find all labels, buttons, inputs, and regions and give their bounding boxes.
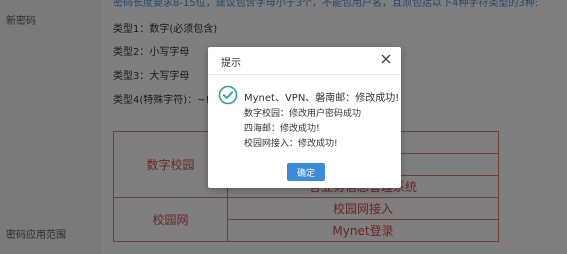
dialog-header: 提示 bbox=[208, 47, 401, 75]
dialog-message: Mynet、VPN、磐南邮：修改成功! bbox=[244, 93, 400, 104]
dialog-title: 提示 bbox=[221, 58, 241, 69]
ok-button[interactable]: 确定 bbox=[287, 163, 325, 181]
dialog-message: 数字校园：修改用户密码成功 bbox=[244, 109, 362, 119]
close-icon[interactable] bbox=[379, 52, 393, 66]
success-check-icon bbox=[218, 85, 238, 105]
dialog-message: 四海邮：修改成功! bbox=[244, 124, 320, 134]
dialog-message: 校园网接入：修改成功! bbox=[244, 139, 338, 149]
result-dialog: 提示 Mynet、VPN、磐南邮：修改成功! 数字校园：修改用户密码成功 四海邮… bbox=[208, 47, 401, 188]
